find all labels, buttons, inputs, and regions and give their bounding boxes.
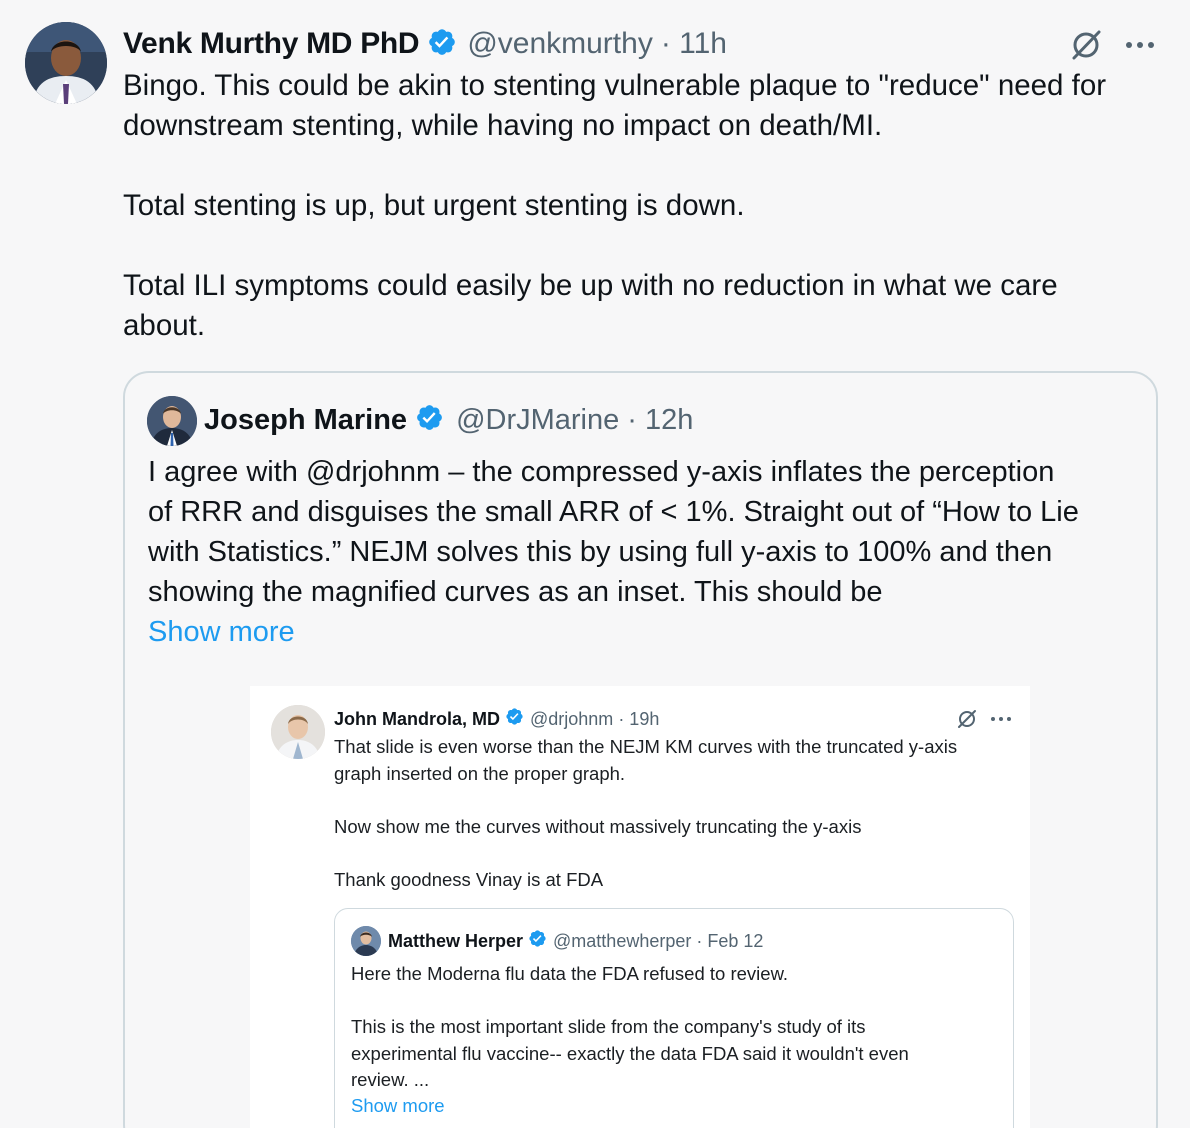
embedded-author-name: John Mandrola, MD — [334, 708, 500, 729]
verified-badge-icon — [528, 929, 547, 953]
quoted-text-line: I agree with @drjohnm – the compressed y… — [148, 456, 1055, 488]
quoted-author-handle[interactable]: @DrJMarine — [456, 404, 619, 437]
embedded-text-line: That slide is even worse than the NEJM K… — [334, 736, 958, 757]
verified-badge-icon — [505, 707, 524, 731]
quoted-text-line: showing the magnified curves as an inset… — [148, 576, 883, 608]
grok-icon[interactable] — [1068, 27, 1104, 63]
tweet-header: Venk Murthy MD PhD @venkmurthy · 11h — [123, 24, 727, 64]
tweet-text-line: downstream stenting, while having no imp… — [123, 109, 883, 142]
show-more-link[interactable]: Show more — [148, 612, 295, 652]
quoted-author-avatar[interactable] — [147, 396, 197, 446]
author-avatar[interactable] — [25, 22, 107, 104]
embedded-tweet-time: · 19h — [618, 708, 660, 729]
inner-tweet-time: · Feb 12 — [696, 930, 764, 951]
quoted-text-line: of RRR and disguises the small ARR of < … — [148, 496, 1079, 528]
tweet-text-line: about. — [123, 309, 206, 342]
quoted-text-line: with Statistics.” NEJM solves this by us… — [148, 536, 1053, 568]
verified-badge-icon — [427, 27, 457, 62]
quoted-tweet-header: Joseph Marine @DrJMarine · 12h — [204, 400, 693, 440]
author-name[interactable]: Venk Murthy MD PhD — [123, 27, 420, 61]
more-icon[interactable] — [1122, 30, 1158, 60]
embedded-text-line: Now show me the curves without massively… — [334, 815, 862, 837]
embedded-author-avatar — [271, 705, 325, 759]
verified-badge-icon — [415, 403, 444, 437]
inner-text-line: review. ... — [351, 1069, 430, 1090]
tweet-text-line: Total ILI symptoms could easily be up wi… — [123, 269, 1058, 302]
grok-icon — [956, 708, 978, 730]
inner-author-handle: @matthewherper — [553, 930, 692, 951]
tweet-time[interactable]: · 11h — [661, 27, 727, 61]
embedded-text-line: graph inserted on the proper graph. — [334, 762, 626, 784]
inner-author-name: Matthew Herper — [388, 930, 524, 951]
embedded-tweet-header: John Mandrola, MD @drjohnm · 19h — [334, 706, 659, 732]
inner-text-line: Here the Moderna flu data the FDA refuse… — [351, 963, 789, 984]
tweet-text: Bingo. This could be akin to stenting vu… — [123, 66, 1168, 346]
inner-tweet-header: Matthew Herper @matthewherper · Feb 12 — [388, 928, 763, 954]
more-icon — [988, 712, 1014, 726]
inner-author-avatar — [351, 926, 381, 956]
embedded-author-handle: @drjohnm — [530, 708, 614, 729]
inner-text-line: This is the most important slide from th… — [351, 1016, 866, 1037]
tweet-text-line: Total stenting is up, but urgent stentin… — [123, 189, 745, 222]
quoted-tweet-time[interactable]: · 12h — [627, 404, 693, 437]
quoted-tweet-text: I agree with @drjohnm – the compressed y… — [148, 452, 1138, 612]
inner-show-more-link: Show more — [351, 1095, 445, 1116]
embedded-text-line: Thank goodness Vinay is at FDA — [334, 868, 604, 890]
author-handle[interactable]: @venkmurthy — [467, 27, 653, 61]
inner-text-line: experimental flu vaccine-- exactly the d… — [351, 1042, 909, 1064]
tweet-text-line: Bingo. This could be akin to stenting vu… — [123, 69, 1107, 102]
inner-tweet-text: Here the Moderna flu data the FDA refuse… — [351, 961, 1001, 1094]
embedded-tweet-text: That slide is even worse than the NEJM K… — [334, 734, 1014, 893]
quoted-author-name[interactable]: Joseph Marine — [204, 404, 407, 437]
